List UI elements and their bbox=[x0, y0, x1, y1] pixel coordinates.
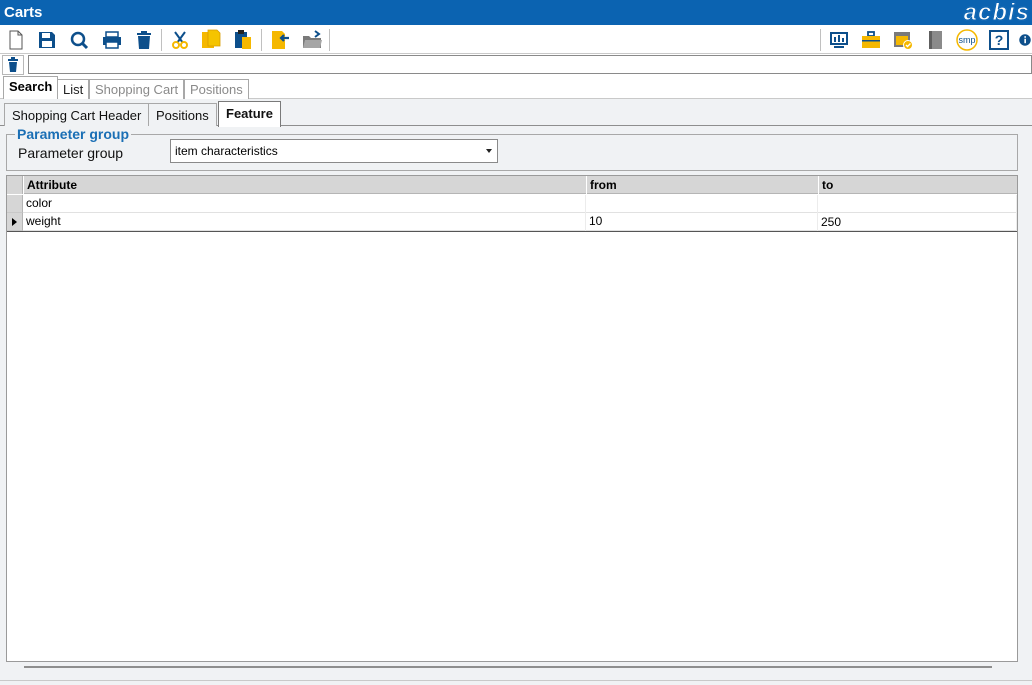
paste-button[interactable] bbox=[231, 28, 255, 52]
toolbar-separator bbox=[329, 29, 330, 51]
scrollbar-thumb[interactable] bbox=[24, 666, 992, 668]
toolbar-separator bbox=[820, 29, 821, 51]
delete-icon bbox=[137, 31, 151, 49]
parameter-group-value: item characteristics bbox=[175, 144, 278, 158]
cut-icon bbox=[172, 31, 188, 49]
search-icon bbox=[70, 31, 89, 50]
open-folder-icon bbox=[303, 30, 322, 48]
save-button[interactable] bbox=[35, 28, 59, 52]
folder-check-icon bbox=[894, 32, 913, 50]
subtab-positions[interactable]: Positions bbox=[148, 103, 217, 126]
grid-corner bbox=[7, 176, 23, 194]
cell-attribute[interactable]: weight bbox=[23, 213, 586, 231]
toolbar-separator bbox=[161, 29, 162, 51]
parameter-group-legend: Parameter group bbox=[15, 126, 132, 142]
smp-icon-label: smp bbox=[958, 35, 975, 45]
print-button[interactable] bbox=[100, 28, 124, 52]
current-row-arrow-icon bbox=[12, 218, 17, 226]
parameter-group-select[interactable]: item characteristics bbox=[170, 139, 498, 163]
grid-header: Attribute from to bbox=[7, 176, 1017, 194]
paste-icon bbox=[235, 30, 251, 49]
tab-positions[interactable]: Positions bbox=[184, 79, 249, 99]
import-button[interactable] bbox=[268, 28, 292, 52]
smp-button[interactable]: smp bbox=[954, 28, 980, 52]
import-icon bbox=[272, 31, 289, 49]
save-icon bbox=[39, 32, 55, 48]
parameter-group-box bbox=[6, 134, 1018, 171]
monitor-button[interactable] bbox=[827, 28, 851, 52]
copy-button[interactable] bbox=[199, 28, 223, 52]
main-tabs: Search List Shopping Cart Positions bbox=[0, 76, 1032, 99]
monitor-icon bbox=[830, 32, 848, 48]
command-row bbox=[0, 54, 1032, 75]
subtab-shopping-cart-header[interactable]: Shopping Cart Header bbox=[4, 103, 150, 126]
trash-icon bbox=[8, 57, 18, 72]
cell-to[interactable] bbox=[818, 195, 1017, 213]
info-button[interactable] bbox=[1018, 28, 1032, 52]
smp-icon: smp bbox=[956, 29, 978, 51]
info-icon bbox=[1019, 34, 1031, 46]
print-icon bbox=[103, 31, 121, 49]
folder-check-button[interactable] bbox=[891, 28, 915, 52]
help-icon-label: ? bbox=[995, 32, 1004, 48]
row-indicator-selected[interactable] bbox=[7, 213, 23, 231]
subtab-feature[interactable]: Feature bbox=[218, 101, 281, 127]
bottom-divider bbox=[0, 680, 1032, 681]
book-button[interactable] bbox=[923, 28, 947, 52]
column-header-attribute[interactable]: Attribute bbox=[23, 176, 586, 194]
table-row[interactable]: weight 10 250 bbox=[23, 213, 1017, 231]
brand-logo: acbis bbox=[963, 0, 1030, 26]
attribute-grid: Attribute from to color weight 10 250 bbox=[6, 175, 1018, 662]
search-button[interactable] bbox=[67, 28, 91, 52]
clear-command-button[interactable] bbox=[2, 55, 24, 75]
cell-from[interactable]: 10 bbox=[586, 213, 818, 231]
parameter-group-label: Parameter group bbox=[18, 145, 124, 161]
toolbar: smp ? bbox=[0, 25, 1032, 54]
column-header-from[interactable]: from bbox=[586, 176, 818, 194]
delete-button[interactable] bbox=[132, 28, 156, 52]
cell-to[interactable]: 250 bbox=[818, 213, 1017, 231]
column-header-to[interactable]: to bbox=[818, 176, 1017, 194]
new-document-button[interactable] bbox=[4, 28, 28, 52]
tab-shopping-cart[interactable]: Shopping Cart bbox=[89, 79, 185, 99]
command-input[interactable] bbox=[28, 55, 1032, 74]
help-icon: ? bbox=[989, 30, 1009, 50]
copy-icon bbox=[202, 29, 221, 48]
help-button[interactable]: ? bbox=[987, 28, 1011, 52]
book-icon bbox=[929, 31, 942, 49]
toolbar-separator bbox=[261, 29, 262, 51]
row-indicator[interactable] bbox=[7, 195, 23, 213]
table-row[interactable]: color bbox=[23, 195, 1017, 213]
open-folder-button[interactable] bbox=[300, 28, 324, 52]
title-bar: Carts acbis bbox=[0, 0, 1032, 26]
cell-attribute[interactable]: color bbox=[23, 195, 586, 213]
tab-list[interactable]: List bbox=[57, 79, 90, 99]
sub-tabs: Shopping Cart Header Positions Feature bbox=[0, 101, 1032, 127]
briefcase-button[interactable] bbox=[859, 28, 883, 52]
chevron-down-icon[interactable] bbox=[486, 149, 492, 153]
new-document-icon bbox=[9, 30, 23, 50]
briefcase-icon bbox=[862, 31, 880, 48]
grid-end-line bbox=[7, 231, 1017, 232]
cell-from[interactable] bbox=[586, 195, 818, 213]
horizontal-scrollbar[interactable] bbox=[6, 662, 1018, 674]
tab-search[interactable]: Search bbox=[3, 76, 59, 99]
window-title: Carts bbox=[4, 4, 43, 21]
cut-button[interactable] bbox=[168, 28, 192, 52]
